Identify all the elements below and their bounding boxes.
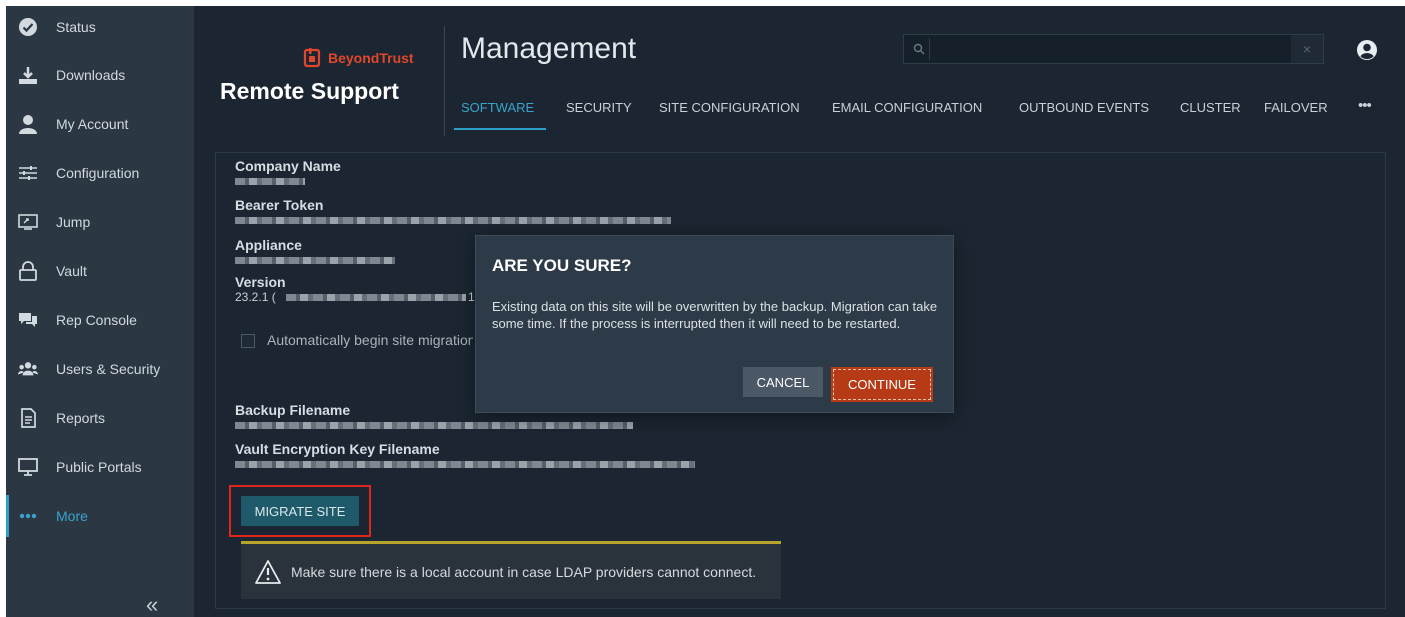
sidebar-item-public-portals[interactable]: Public Portals	[6, 446, 194, 488]
sidebar-item-label: Vault	[56, 263, 87, 279]
warning-icon	[255, 559, 281, 584]
vault-key-filename-value-redacted	[235, 461, 695, 468]
continue-button[interactable]: CONTINUE	[831, 367, 933, 402]
sidebar-item-downloads[interactable]: Downloads	[6, 54, 194, 96]
tab-outbound-events[interactable]: OUTBOUND EVENTS	[1019, 100, 1149, 115]
collapse-sidebar-icon[interactable]: «	[146, 594, 158, 616]
migrate-site-button[interactable]: MIGRATE SITE	[241, 496, 359, 526]
user-account-icon[interactable]	[1356, 39, 1378, 61]
monitor-icon	[18, 457, 38, 477]
backup-filename-label: Backup Filename	[235, 402, 351, 418]
header-divider	[444, 26, 445, 136]
sidebar-item-label: Users & Security	[56, 361, 161, 377]
tab-site-configuration[interactable]: SITE CONFIGURATION	[659, 100, 800, 115]
sidebar: Status Downloads My Account Configuratio…	[6, 6, 194, 617]
sidebar-item-jump[interactable]: Jump	[6, 201, 194, 243]
chat-icon	[18, 310, 38, 330]
confirm-dialog: ARE YOU SURE? Existing data on this site…	[475, 235, 954, 413]
sidebar-item-rep-console[interactable]: Rep Console	[6, 299, 194, 341]
version-value-prefix: 23.2.1 (	[235, 290, 276, 304]
search-input[interactable]	[934, 37, 1284, 61]
backup-filename-value-redacted	[235, 422, 633, 429]
report-icon	[18, 408, 38, 428]
tab-cluster[interactable]: CLUSTER	[1180, 100, 1241, 115]
sidebar-item-reports[interactable]: Reports	[6, 397, 194, 439]
sidebar-item-users-security[interactable]: Users & Security	[6, 348, 194, 390]
sidebar-item-label: Rep Console	[56, 312, 137, 328]
download-icon	[18, 65, 38, 85]
tab-email-configuration[interactable]: EMAIL CONFIGURATION	[832, 100, 982, 115]
version-value-redacted	[286, 294, 466, 301]
active-tab-indicator	[454, 128, 546, 130]
sidebar-item-label: Jump	[56, 214, 91, 230]
sidebar-item-label: Public Portals	[56, 459, 142, 475]
sidebar-item-label: More	[56, 508, 88, 524]
company-name-value-redacted	[235, 178, 305, 185]
dots-icon	[18, 506, 38, 526]
brand-logo-text: BeyondTrust	[328, 50, 414, 66]
tab-failover[interactable]: FAILOVER	[1264, 100, 1328, 115]
sidebar-item-more[interactable]: More	[6, 495, 194, 537]
warning-text: Make sure there is a local account in ca…	[291, 563, 757, 580]
auto-migrate-checkbox[interactable]	[241, 334, 255, 348]
bearer-token-label: Bearer Token	[235, 197, 324, 213]
search-box: ×	[903, 34, 1324, 64]
warning-alert: Make sure there is a local account in ca…	[241, 541, 781, 599]
check-circle-icon	[18, 17, 38, 37]
sidebar-item-label: Status	[56, 19, 96, 35]
auto-migrate-label: Automatically begin site migration	[267, 332, 473, 348]
version-label: Version	[235, 274, 286, 290]
sidebar-item-vault[interactable]: Vault	[6, 250, 194, 292]
tab-software[interactable]: SOFTWARE	[461, 100, 534, 115]
beyondtrust-logo-icon	[303, 48, 321, 68]
brand-title: Remote Support	[220, 78, 399, 104]
version-value-suffix: 1	[468, 290, 475, 304]
brand-logo: BeyondTrust	[302, 48, 414, 68]
vault-key-filename-label: Vault Encryption Key Filename	[235, 441, 440, 457]
dialog-message: Existing data on this site will be overw…	[492, 299, 938, 331]
sidebar-item-label: Configuration	[56, 165, 140, 181]
page-title: Management	[461, 32, 637, 65]
sidebar-item-label: Downloads	[56, 67, 126, 83]
sidebar-item-label: My Account	[56, 116, 129, 132]
appliance-value-redacted	[235, 257, 395, 264]
appliance-label: Appliance	[235, 237, 302, 253]
search-icon	[908, 38, 930, 60]
app-window: Status Downloads My Account Configuratio…	[6, 6, 1405, 617]
sidebar-item-configuration[interactable]: Configuration	[6, 152, 194, 194]
sidebar-item-label: Reports	[56, 410, 106, 426]
sliders-icon	[18, 163, 38, 183]
sidebar-item-my-account[interactable]: My Account	[6, 103, 194, 145]
cancel-button[interactable]: CANCEL	[743, 367, 823, 397]
dialog-title: ARE YOU SURE?	[492, 256, 632, 275]
search-clear-button[interactable]: ×	[1291, 35, 1323, 63]
users-icon	[18, 359, 38, 379]
tab-more[interactable]: •••	[1358, 97, 1372, 114]
bearer-token-value-redacted	[235, 217, 671, 224]
jump-icon	[18, 212, 38, 232]
user-icon	[18, 114, 38, 134]
lock-icon	[18, 261, 38, 281]
sidebar-item-status[interactable]: Status	[6, 6, 194, 48]
tab-security[interactable]: SECURITY	[566, 100, 632, 115]
company-name-label: Company Name	[235, 158, 341, 174]
